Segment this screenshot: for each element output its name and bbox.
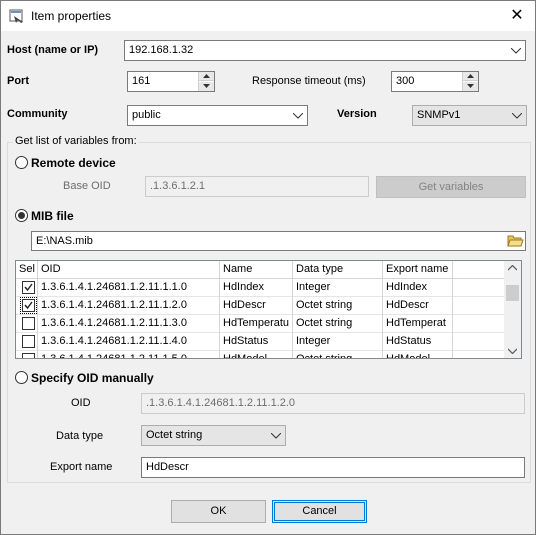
spin-up-icon[interactable]: [199, 72, 214, 81]
close-icon[interactable]: ✕: [505, 5, 529, 27]
col-header-type[interactable]: Data type: [293, 261, 383, 279]
timeout-value: 300: [396, 75, 415, 87]
col-header-oid[interactable]: OID: [38, 261, 220, 279]
base-oid-value: .1.3.6.1.2.1: [150, 180, 206, 192]
row-checkbox[interactable]: [22, 335, 35, 348]
table-row[interactable]: 1.3.6.1.4.1.24681.1.2.11.1.3.0 HdTempera…: [16, 315, 506, 333]
scroll-up-icon[interactable]: [508, 265, 517, 271]
row-name: HdModel: [220, 351, 293, 358]
spin-down-icon[interactable]: [463, 82, 478, 91]
row-export: HdTemperat: [383, 315, 453, 333]
title-bar: Item properties ✕: [1, 1, 535, 31]
col-header-export[interactable]: Export name: [383, 261, 453, 279]
row-type: Octet string: [293, 297, 383, 315]
cancel-label: Cancel: [302, 505, 337, 517]
mib-file-label: MIB file: [31, 209, 74, 223]
mib-file-radio[interactable]: [15, 209, 28, 222]
row-export: HdIndex: [383, 279, 453, 297]
table-row[interactable]: 1.3.6.1.4.1.24681.1.2.11.1.5.0 HdModel O…: [16, 351, 506, 358]
port-value: 161: [132, 75, 151, 87]
chevron-down-icon[interactable]: [511, 106, 523, 125]
row-oid: 1.3.6.1.4.1.24681.1.2.11.1.1.0: [38, 279, 220, 297]
row-name: HdStatus: [220, 333, 293, 351]
variables-group-title: Get list of variables from:: [13, 135, 139, 147]
row-oid: 1.3.6.1.4.1.24681.1.2.11.1.3.0: [38, 315, 220, 333]
variables-table: Sel OID Name Data type Export name 1.3.6…: [15, 260, 522, 359]
mib-path-value: E:\NAS.mib: [36, 235, 93, 247]
row-type: Integer: [293, 333, 383, 351]
row-export: HdDescr: [383, 297, 453, 315]
manual-oid-label: Specify OID manually: [31, 371, 154, 385]
spin-down-icon[interactable]: [199, 82, 214, 91]
row-type: Octet string: [293, 351, 383, 358]
community-value: public: [132, 109, 161, 121]
table-row[interactable]: 1.3.6.1.4.1.24681.1.2.11.1.2.0 HdDescr O…: [16, 297, 506, 315]
oid-value: .1.3.6.1.4.1.24681.1.2.11.1.2.0: [146, 397, 296, 409]
version-select[interactable]: SNMPv1: [412, 105, 527, 126]
row-name: HdTemperatu: [220, 315, 293, 333]
row-type: Integer: [293, 279, 383, 297]
ok-button[interactable]: OK: [171, 500, 266, 523]
community-combo[interactable]: public: [127, 105, 308, 126]
host-combo[interactable]: 192.168.1.32: [124, 40, 526, 61]
row-checkbox[interactable]: [22, 317, 35, 330]
data-type-label: Data type: [56, 430, 104, 442]
cancel-button[interactable]: Cancel: [272, 500, 367, 523]
community-label: Community: [7, 108, 68, 120]
version-value: SNMPv1: [417, 109, 461, 121]
row-name: HdDescr: [220, 297, 293, 315]
spin-up-icon[interactable]: [463, 72, 478, 81]
get-variables-button[interactable]: Get variables: [376, 176, 526, 198]
oid-label: OID: [71, 397, 91, 409]
base-oid-label: Base OID: [63, 180, 111, 192]
app-icon: [9, 8, 25, 24]
row-checkbox[interactable]: [22, 281, 35, 294]
scrollbar-thumb[interactable]: [506, 285, 519, 301]
table-scrollbar[interactable]: [504, 261, 521, 358]
export-name-field[interactable]: HdDescr: [141, 457, 525, 478]
host-label: Host (name or IP): [7, 44, 99, 56]
table-row[interactable]: 1.3.6.1.4.1.24681.1.2.11.1.1.0 HdIndex I…: [16, 279, 506, 297]
port-label: Port: [7, 75, 29, 87]
row-export: HdModel: [383, 351, 453, 358]
row-oid: 1.3.6.1.4.1.24681.1.2.11.1.2.0: [38, 297, 220, 315]
timeout-label: Response timeout (ms): [252, 75, 366, 87]
port-spinner[interactable]: 161: [127, 71, 215, 92]
base-oid-field[interactable]: .1.3.6.1.2.1: [145, 176, 369, 197]
row-name: HdIndex: [220, 279, 293, 297]
timeout-spinner[interactable]: 300: [391, 71, 479, 92]
export-name-value: HdDescr: [146, 461, 189, 473]
chevron-down-icon[interactable]: [292, 106, 304, 125]
row-type: Octet string: [293, 315, 383, 333]
row-oid: 1.3.6.1.4.1.24681.1.2.11.1.4.0: [38, 333, 220, 351]
chevron-down-icon[interactable]: [270, 426, 282, 445]
row-checkbox[interactable]: [20, 297, 37, 314]
oid-field[interactable]: .1.3.6.1.4.1.24681.1.2.11.1.2.0: [141, 393, 525, 414]
row-oid: 1.3.6.1.4.1.24681.1.2.11.1.5.0: [38, 351, 220, 358]
remote-device-label: Remote device: [31, 156, 116, 170]
col-header-name[interactable]: Name: [220, 261, 293, 279]
item-properties-dialog: Item properties ✕ Host (name or IP) 192.…: [0, 0, 536, 535]
data-type-select[interactable]: Octet string: [141, 425, 286, 446]
window-title: Item properties: [31, 9, 112, 23]
remote-device-radio[interactable]: [15, 156, 28, 169]
data-type-value: Octet string: [146, 429, 203, 441]
row-checkbox[interactable]: [22, 353, 35, 358]
table-header: Sel OID Name Data type Export name: [16, 261, 506, 279]
export-name-label: Export name: [50, 461, 113, 473]
mib-path-field[interactable]: E:\NAS.mib: [31, 231, 526, 251]
scroll-down-icon[interactable]: [508, 348, 517, 354]
row-export: HdStatus: [383, 333, 453, 351]
version-label: Version: [337, 108, 377, 120]
manual-oid-radio[interactable]: [15, 371, 28, 384]
host-value: 192.168.1.32: [129, 44, 194, 56]
folder-open-icon[interactable]: [507, 233, 524, 249]
chevron-down-icon[interactable]: [510, 41, 522, 60]
col-header-sel[interactable]: Sel: [16, 261, 38, 279]
table-row[interactable]: 1.3.6.1.4.1.24681.1.2.11.1.4.0 HdStatus …: [16, 333, 506, 351]
